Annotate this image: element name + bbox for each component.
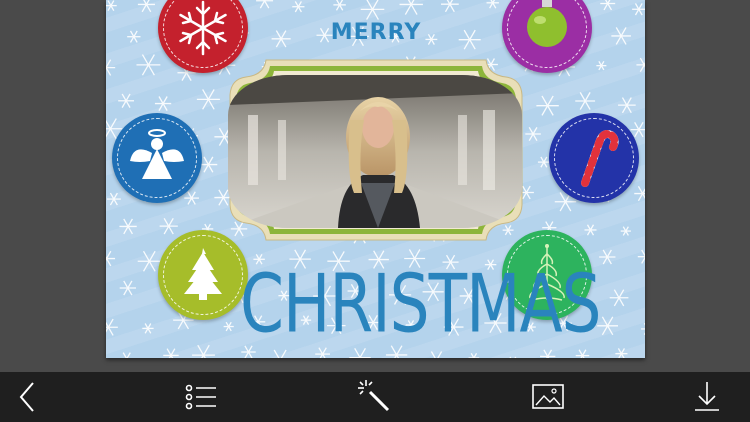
background-snowflake <box>122 352 131 358</box>
background-snowflake <box>596 60 607 71</box>
candy-cane-icon <box>581 130 619 187</box>
background-snowflake <box>615 348 628 358</box>
angel-icon <box>130 129 184 179</box>
user-photo[interactable] <box>228 75 522 228</box>
background-snowflake <box>540 349 556 358</box>
background-snowflake <box>199 156 218 173</box>
christmas-ball-icon <box>527 0 567 47</box>
background-snowflake <box>333 0 346 11</box>
background-snowflake <box>106 318 118 336</box>
background-snowflake <box>600 0 616 11</box>
background-snowflake <box>575 92 596 110</box>
background-snowflake <box>636 57 645 72</box>
ornament-angel <box>112 113 202 203</box>
background-snowflake <box>611 27 631 45</box>
background-snowflake <box>136 54 161 76</box>
background-snowflake <box>142 323 154 334</box>
back-button[interactable] <box>2 372 52 422</box>
image-icon <box>532 384 564 409</box>
bottom-toolbar <box>0 372 750 422</box>
canvas-area: MERRY CHRISTMAS <box>0 0 750 372</box>
background-snowflake <box>618 97 636 114</box>
background-snowflake <box>223 321 234 332</box>
ornament-christmas-ball <box>502 0 592 73</box>
ornament-candy-cane <box>549 113 639 203</box>
background-snowflake <box>106 0 117 11</box>
background-snowflake <box>196 89 220 110</box>
background-snowflake <box>271 30 291 48</box>
download-icon <box>695 382 719 411</box>
background-snowflake <box>119 218 137 235</box>
background-snowflake <box>192 344 215 358</box>
christmas-tree-icon <box>184 248 222 300</box>
background-snowflake <box>641 322 645 335</box>
background-snowflake <box>154 96 172 111</box>
list-button[interactable] <box>176 372 226 422</box>
background-snowflake <box>486 0 499 9</box>
title-christmas: CHRISTMAS <box>240 256 602 351</box>
background-snowflake <box>106 250 116 267</box>
background-snowflake <box>127 30 141 43</box>
magic-wand-button[interactable] <box>350 372 400 422</box>
back-icon <box>19 382 34 412</box>
background-snowflake <box>137 0 155 13</box>
download-button[interactable] <box>682 372 732 422</box>
background-snowflake <box>441 0 459 13</box>
background-snowflake <box>360 0 385 20</box>
background-snowflake <box>292 1 305 13</box>
background-snowflake <box>163 348 179 358</box>
magic-wand-icon <box>358 380 390 412</box>
background-snowflake <box>509 356 517 358</box>
background-snowflake <box>399 0 423 15</box>
background-snowflake <box>525 126 541 142</box>
list-icon <box>185 384 216 410</box>
background-snowflake <box>458 29 481 50</box>
background-snowflake <box>256 0 274 9</box>
background-snowflake <box>106 59 116 76</box>
photo-image <box>228 75 522 228</box>
ornament-snowflake <box>158 0 248 73</box>
background-snowflake <box>118 93 134 108</box>
background-snowflake <box>425 33 438 45</box>
title-merry: MERRY <box>330 20 422 45</box>
background-snowflake <box>599 249 616 265</box>
background-snowflake <box>119 280 136 296</box>
image-button[interactable] <box>523 372 573 422</box>
background-snowflake <box>637 249 645 264</box>
ornament-christmas-tree <box>158 230 248 320</box>
christmas-card: MERRY CHRISTMAS <box>106 0 645 358</box>
background-snowflake <box>575 349 590 358</box>
background-snowflake <box>620 226 631 236</box>
snowflake-icon <box>179 0 227 56</box>
background-snowflake <box>609 289 629 307</box>
background-snowflake <box>632 3 645 16</box>
